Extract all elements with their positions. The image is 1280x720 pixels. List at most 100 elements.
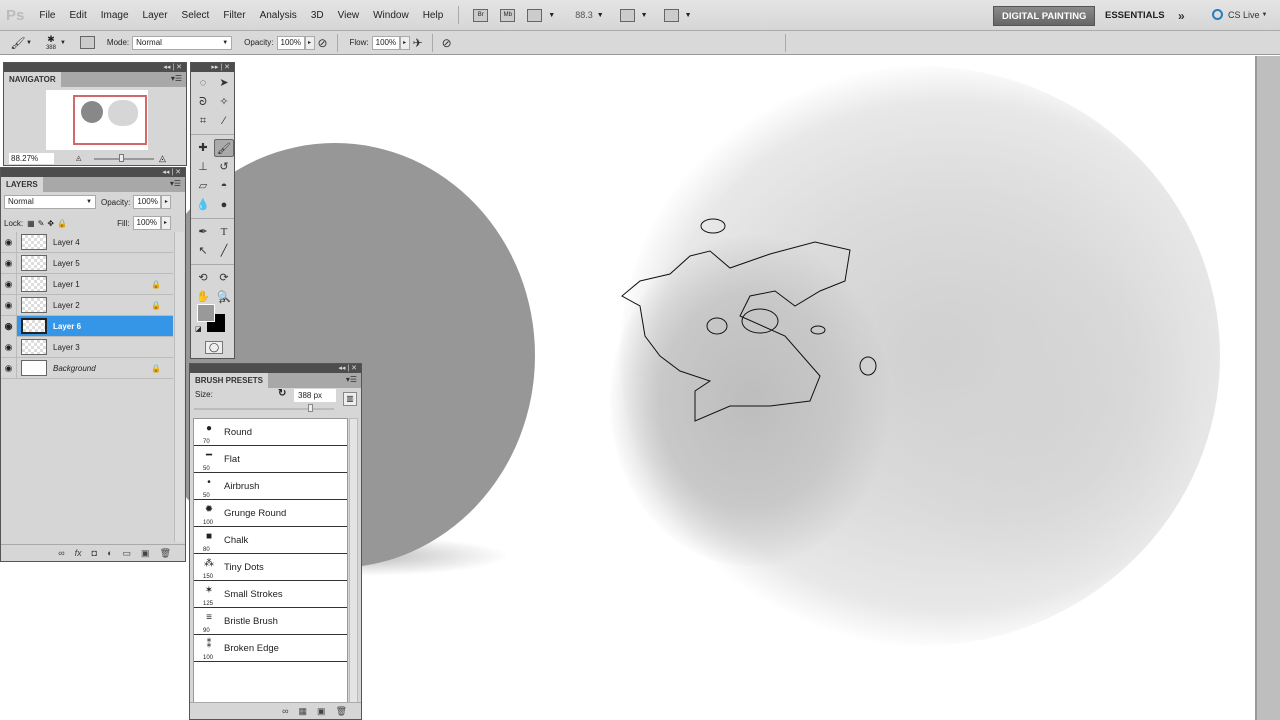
type-tool-icon[interactable]: T — [214, 223, 234, 241]
lock-pixels-icon[interactable]: ✎ — [38, 219, 45, 228]
zoom-out-icon[interactable]: ◬ — [76, 154, 81, 162]
zoom-level[interactable]: 88.3 — [575, 10, 593, 20]
layer-style-icon[interactable]: fx — [75, 548, 82, 558]
layers-tab[interactable]: LAYERS — [1, 177, 43, 192]
brush-tool-icon[interactable]: 🖌 — [10, 35, 26, 51]
navigator-preview[interactable] — [46, 90, 148, 150]
visibility-eye-icon[interactable]: ◉ — [1, 231, 17, 253]
new-group-icon[interactable]: ▭ — [123, 548, 132, 559]
chevron-down-icon[interactable]: ▼ — [60, 40, 66, 46]
visibility-eye-icon[interactable]: ◉ — [1, 252, 17, 274]
link-layers-icon[interactable]: ∞ — [58, 548, 64, 558]
brush-preset-item[interactable]: ● 70 Round — [194, 419, 347, 446]
lock-all-icon[interactable]: 🔒 — [57, 219, 67, 228]
blend-mode-select[interactable]: Normal ▼ — [4, 195, 96, 209]
quick-selection-tool-icon[interactable]: ✧ — [214, 93, 234, 111]
airbrush-icon[interactable]: ✈ — [410, 35, 426, 51]
panel-collapse-close[interactable]: ◂◂ | ✕ — [190, 364, 361, 373]
brush-tool-icon[interactable]: 🖌 — [214, 139, 234, 157]
size-input[interactable]: 388 px — [294, 389, 336, 402]
layer-opacity-input[interactable]: 100% — [133, 195, 162, 209]
mini-bridge-icon[interactable]: Mb — [500, 8, 516, 22]
opacity-slider-button[interactable]: ▸ — [304, 35, 315, 50]
brush-list-scrollbar[interactable] — [349, 418, 358, 703]
eyedropper-tool-icon[interactable]: ⁄ — [214, 112, 234, 130]
lock-position-icon[interactable]: ✥ — [47, 219, 54, 228]
chevron-down-icon[interactable]: ▼ — [641, 12, 648, 19]
brush-preset-item[interactable]: ✹ 100 Grunge Round — [194, 500, 347, 527]
paint-bucket-tool-icon[interactable]: ◓ — [214, 177, 234, 195]
menu-image[interactable]: Image — [94, 10, 136, 21]
menu-select[interactable]: Select — [175, 10, 217, 21]
zoom-in-icon[interactable]: ◬ — [159, 153, 166, 164]
dodge-tool-icon[interactable]: ● — [214, 196, 234, 214]
chevron-down-icon[interactable]: ▼ — [597, 12, 604, 19]
chevron-down-icon[interactable]: ▼ — [548, 12, 555, 19]
adjustment-layer-icon[interactable]: ◐ — [107, 548, 112, 558]
reset-size-icon[interactable]: ↻ — [278, 388, 286, 399]
move-tool-icon[interactable]: ➤ — [214, 74, 234, 92]
extras-icon[interactable] — [527, 8, 543, 22]
line-tool-icon[interactable]: ╱ — [214, 242, 234, 260]
toggle-hard-bristle-preview-icon[interactable]: ∞ — [282, 706, 288, 716]
mode-select[interactable]: Normal ▼ — [132, 35, 233, 50]
panel-menu-icon[interactable]: ▾☰ — [171, 74, 182, 83]
layer-row[interactable]: ◉ Background 🔒 — [1, 357, 173, 379]
navigator-zoom-input[interactable]: 88.27% — [9, 153, 54, 164]
flow-slider-button[interactable]: ▸ — [399, 35, 410, 50]
visibility-eye-icon[interactable]: ◉ — [1, 273, 17, 295]
brush-preset-item[interactable]: ━ 50 Flat — [194, 446, 347, 473]
visibility-eye-icon[interactable]: ◉ — [1, 336, 17, 358]
history-brush-tool-icon[interactable]: ↺ — [214, 158, 234, 176]
view-rectangle[interactable] — [73, 95, 147, 145]
layer-row-selected[interactable]: ◉ Layer 6 — [1, 315, 173, 337]
blur-tool-icon[interactable]: 💧 — [193, 196, 213, 214]
opacity-input[interactable]: 100% — [276, 35, 305, 50]
workspace-digital-painting[interactable]: DIGITAL PAINTING — [993, 6, 1096, 26]
screen-mode-icon[interactable] — [663, 8, 679, 22]
more-workspaces-icon[interactable]: » — [1170, 6, 1193, 26]
menu-window[interactable]: Window — [366, 10, 416, 21]
3d-orbit-tool-icon[interactable]: ⟳ — [214, 269, 234, 287]
clone-stamp-tool-icon[interactable]: ⊥ — [193, 158, 213, 176]
3d-rotate-tool-icon[interactable]: ⟲ — [193, 269, 213, 287]
brush-presets-tab[interactable]: BRUSH PRESETS — [190, 373, 269, 388]
menu-file[interactable]: File — [32, 10, 62, 21]
fill-slider-button[interactable]: ▸ — [160, 216, 171, 230]
layer-row[interactable]: ◉ Layer 4 — [1, 231, 173, 253]
menu-view[interactable]: View — [331, 10, 367, 21]
new-layer-icon[interactable]: ▣ — [141, 548, 150, 559]
brush-picker[interactable]: ✱ 388 — [46, 34, 56, 51]
panel-expand-close[interactable]: ▸▸ | ✕ — [191, 63, 234, 72]
menu-help[interactable]: Help — [416, 10, 451, 21]
path-selection-tool-icon[interactable]: ↖ — [193, 242, 213, 260]
default-colors-icon[interactable]: ◪ — [195, 325, 202, 333]
menu-analysis[interactable]: Analysis — [253, 10, 304, 21]
eraser-tool-icon[interactable]: ▱ — [193, 177, 213, 195]
menu-edit[interactable]: Edit — [62, 10, 93, 21]
panel-collapse-close[interactable]: ◂◂ | ✕ — [1, 168, 185, 177]
panel-menu-icon[interactable]: ▾☰ — [170, 179, 181, 188]
size-slider-knob[interactable] — [308, 404, 313, 412]
tablet-pressure-opacity-icon[interactable]: ⊘ — [315, 35, 331, 51]
lock-transparency-icon[interactable]: ▦ — [27, 219, 35, 228]
marquee-tool-icon[interactable]: ◌ — [193, 74, 213, 92]
layer-row[interactable]: ◉ Layer 1 🔒 — [1, 273, 173, 295]
visibility-eye-icon[interactable]: ◉ — [1, 294, 17, 316]
layer-row[interactable]: ◉ Layer 2 🔒 — [1, 294, 173, 316]
visibility-eye-icon[interactable]: ◉ — [1, 357, 17, 379]
brush-preset-item[interactable]: ✶ 125 Small Strokes — [194, 581, 347, 608]
chevron-down-icon[interactable]: ▼ — [26, 40, 32, 46]
panel-menu-icon[interactable]: ▾☰ — [346, 375, 357, 384]
chevron-down-icon[interactable]: ▼ — [685, 12, 692, 19]
cs-live-button[interactable]: CS Live ▼ — [1212, 9, 1267, 20]
brush-preset-item[interactable]: ⁑ 100 Broken Edge — [194, 635, 347, 662]
open-preset-manager-icon[interactable]: ▦ — [299, 706, 308, 717]
brush-preset-item[interactable]: • 50 Airbrush — [194, 473, 347, 500]
new-brush-icon[interactable]: ▣ — [317, 706, 326, 717]
foreground-color-swatch[interactable] — [197, 304, 215, 322]
arrange-documents-icon[interactable] — [619, 8, 635, 22]
brush-preset-item[interactable]: ≡ 90 Bristle Brush — [194, 608, 347, 635]
navigator-zoom-knob[interactable] — [119, 154, 124, 162]
menu-filter[interactable]: Filter — [216, 10, 252, 21]
